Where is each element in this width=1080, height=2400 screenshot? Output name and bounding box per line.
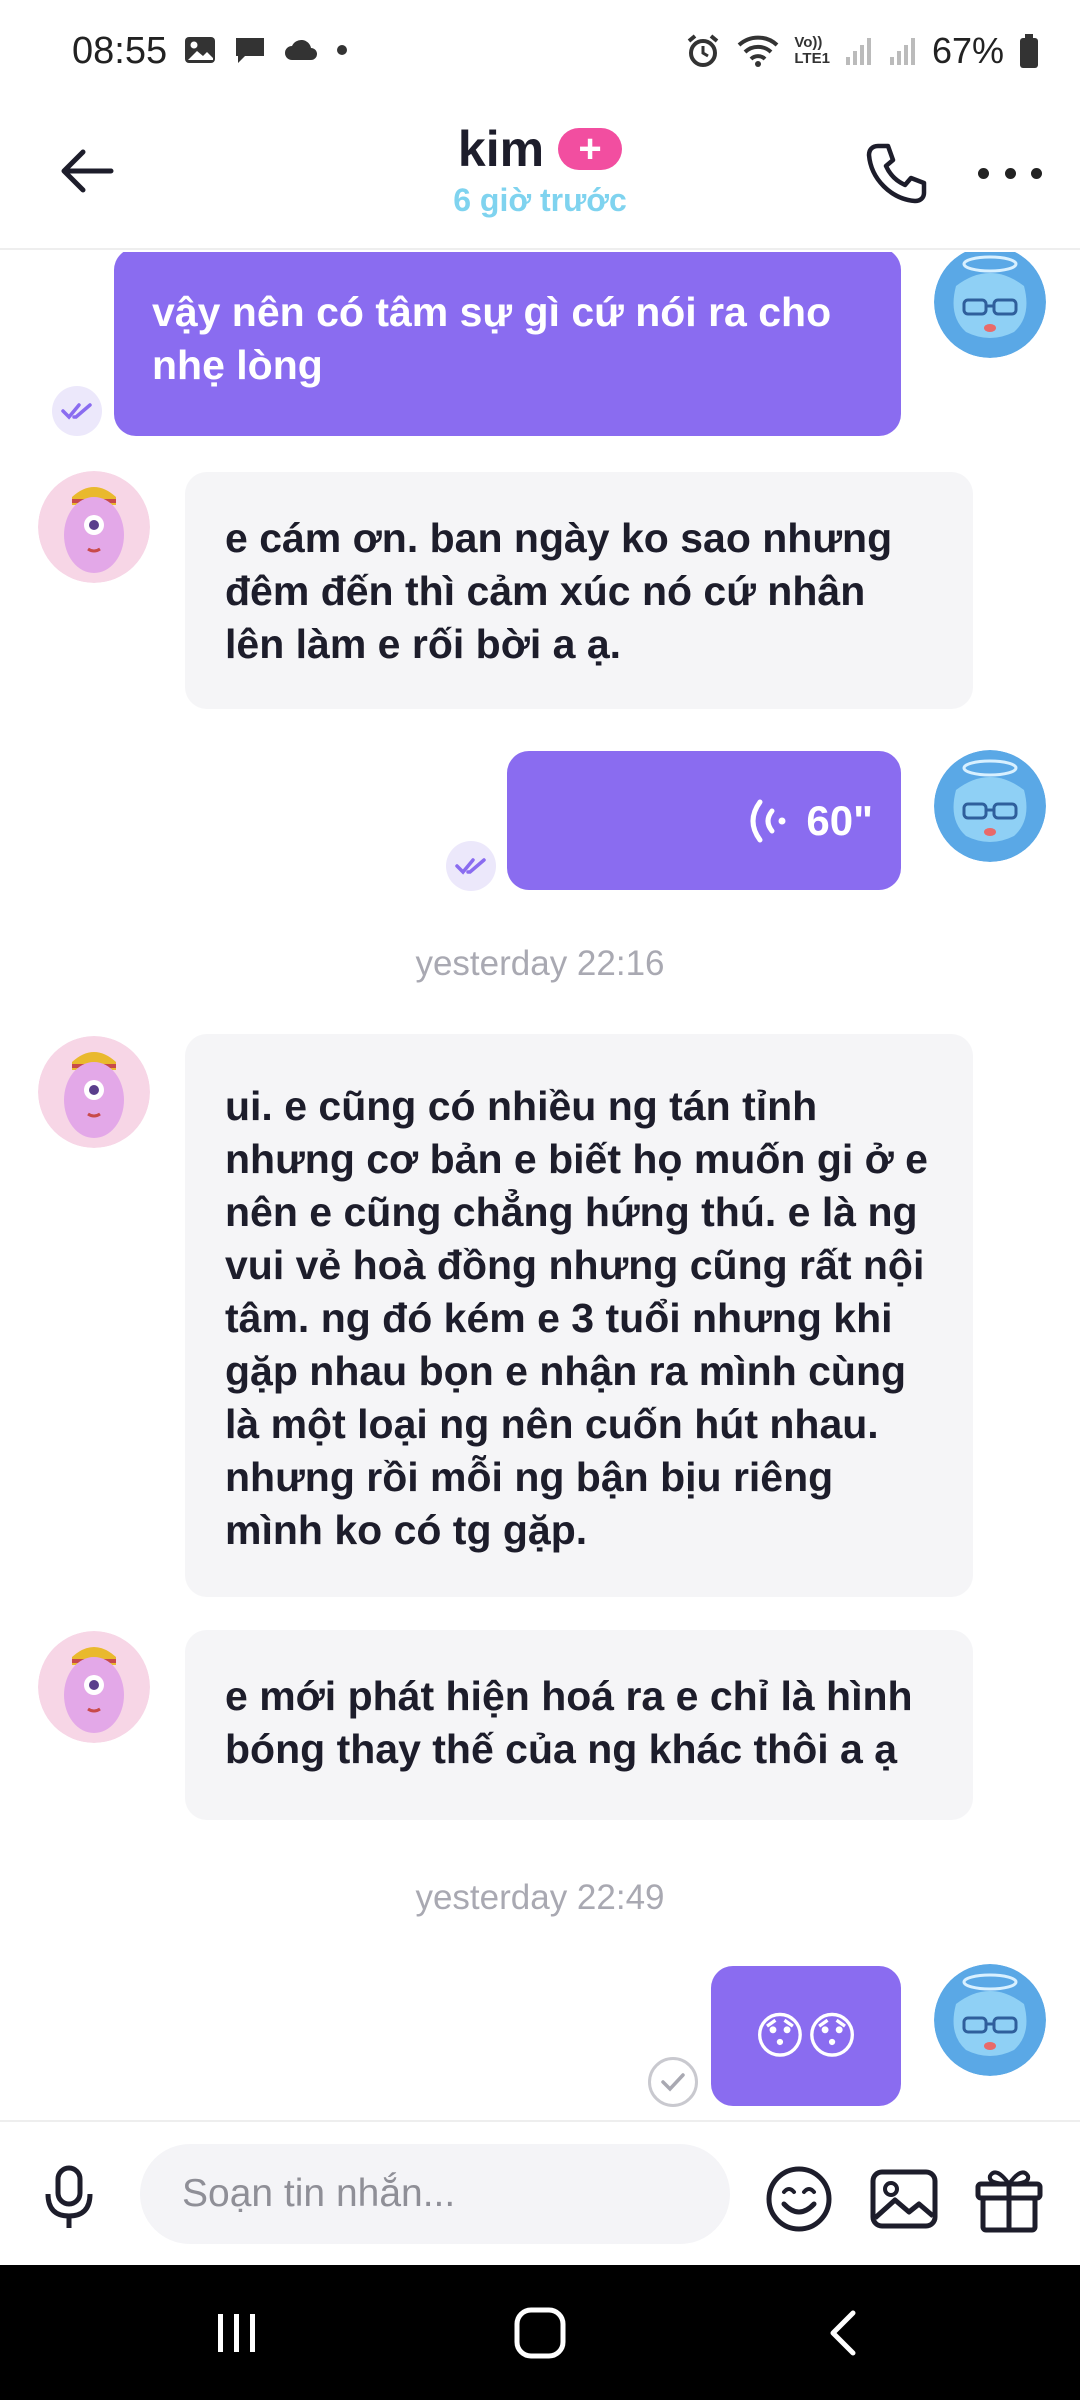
call-button[interactable]: [862, 138, 932, 208]
chat-header: kim + 6 giờ trước: [0, 110, 1080, 250]
recent-apps-icon: [218, 2314, 255, 2352]
contact-message-bubble[interactable]: e cám ơn. ban ngày ko sao nhưng đêm đến …: [185, 472, 973, 709]
message-icon: [236, 38, 264, 63]
volte-bottom-label: LTE1: [794, 50, 830, 67]
gallery-icon: [185, 37, 215, 63]
phone-icon: [866, 143, 927, 204]
home-icon: [514, 2307, 566, 2359]
contact-name: kim: [457, 121, 545, 177]
microphone-icon: [45, 2165, 93, 2228]
message-text: vậy nên có tâm sự gì cứ nói ra cho nhẹ l…: [152, 289, 832, 388]
gift-icon: [975, 2170, 1043, 2233]
cloud-icon: [285, 39, 317, 60]
my-avatar[interactable]: [934, 1964, 1046, 2076]
more-options-button[interactable]: [978, 148, 1042, 198]
status-bar: 08:55 Vo)) LTE1 67%: [0, 0, 1080, 110]
contact-message-bubble[interactable]: e mới phát hiện hoá ra e chỉ là hình bón…: [185, 1630, 973, 1820]
microphone-button[interactable]: [34, 2162, 104, 2232]
volte-top-label: Vo)): [794, 34, 823, 51]
timestamp-divider: yesterday 22:49: [415, 1878, 665, 1917]
emoji-text: 😯😯: [753, 2007, 859, 2064]
recent-apps-button[interactable]: [202, 2303, 272, 2363]
read-receipt-icon: [446, 841, 496, 891]
gift-button[interactable]: [972, 2162, 1046, 2236]
volte-icon: Vo)) LTE1: [794, 35, 830, 67]
my-avatar[interactable]: [934, 750, 1046, 862]
contact-message-bubble[interactable]: ui. e cũng có nhiều ng tán tỉnh nhưng cơ…: [185, 1034, 973, 1597]
contact-avatar[interactable]: [38, 1036, 150, 1148]
system-icons: Vo)) LTE1 67%: [684, 30, 1040, 72]
sent-receipt-icon: [648, 2057, 698, 2107]
chevron-left-icon: [830, 2310, 856, 2356]
voice-message-bubble[interactable]: 60": [507, 751, 901, 890]
back-nav-button[interactable]: [808, 2303, 878, 2363]
battery-icon: [1020, 34, 1038, 68]
my-avatar[interactable]: [934, 252, 1046, 358]
message-composer: [0, 2120, 1080, 2265]
emoji-button[interactable]: [762, 2162, 836, 2236]
image-button[interactable]: [867, 2162, 941, 2236]
message-text: e cám ơn. ban ngày ko sao nhưng đêm đến …: [225, 515, 893, 667]
message-input[interactable]: [140, 2144, 730, 2244]
image-icon: [870, 2169, 938, 2229]
message-text: ui. e cũng có nhiều ng tán tỉnh nhưng cơ…: [225, 1083, 928, 1553]
read-receipt-icon: [52, 386, 102, 436]
my-message-bubble[interactable]: 😯😯: [711, 1966, 901, 2106]
battery-percent: 67%: [931, 30, 1004, 71]
voice-duration: 60": [806, 797, 873, 844]
contact-avatar[interactable]: [38, 471, 150, 583]
home-button[interactable]: [505, 2303, 575, 2363]
dot-icon: [337, 45, 347, 55]
plus-badge: +: [558, 128, 623, 170]
message-text: e mới phát hiện hoá ra e chỉ là hình bón…: [225, 1673, 913, 1772]
smiley-icon: [766, 2166, 832, 2232]
signal-icon: [889, 38, 915, 65]
system-navigation-bar: [0, 2265, 1080, 2400]
signal-icon: [845, 38, 871, 65]
timestamp-divider: yesterday 22:16: [415, 944, 665, 983]
wifi-icon: [738, 35, 779, 67]
status-time: 08:55: [72, 30, 168, 72]
contact-avatar[interactable]: [38, 1631, 150, 1743]
voice-wave-icon: [750, 799, 786, 842]
alarm-icon: [688, 34, 719, 67]
my-message-bubble[interactable]: vậy nên có tâm sự gì cứ nói ra cho nhẹ l…: [114, 252, 901, 436]
message-list[interactable]: vậy nên có tâm sự gì cứ nói ra cho nhẹ l…: [0, 252, 1080, 2120]
notification-icons: [183, 34, 349, 66]
